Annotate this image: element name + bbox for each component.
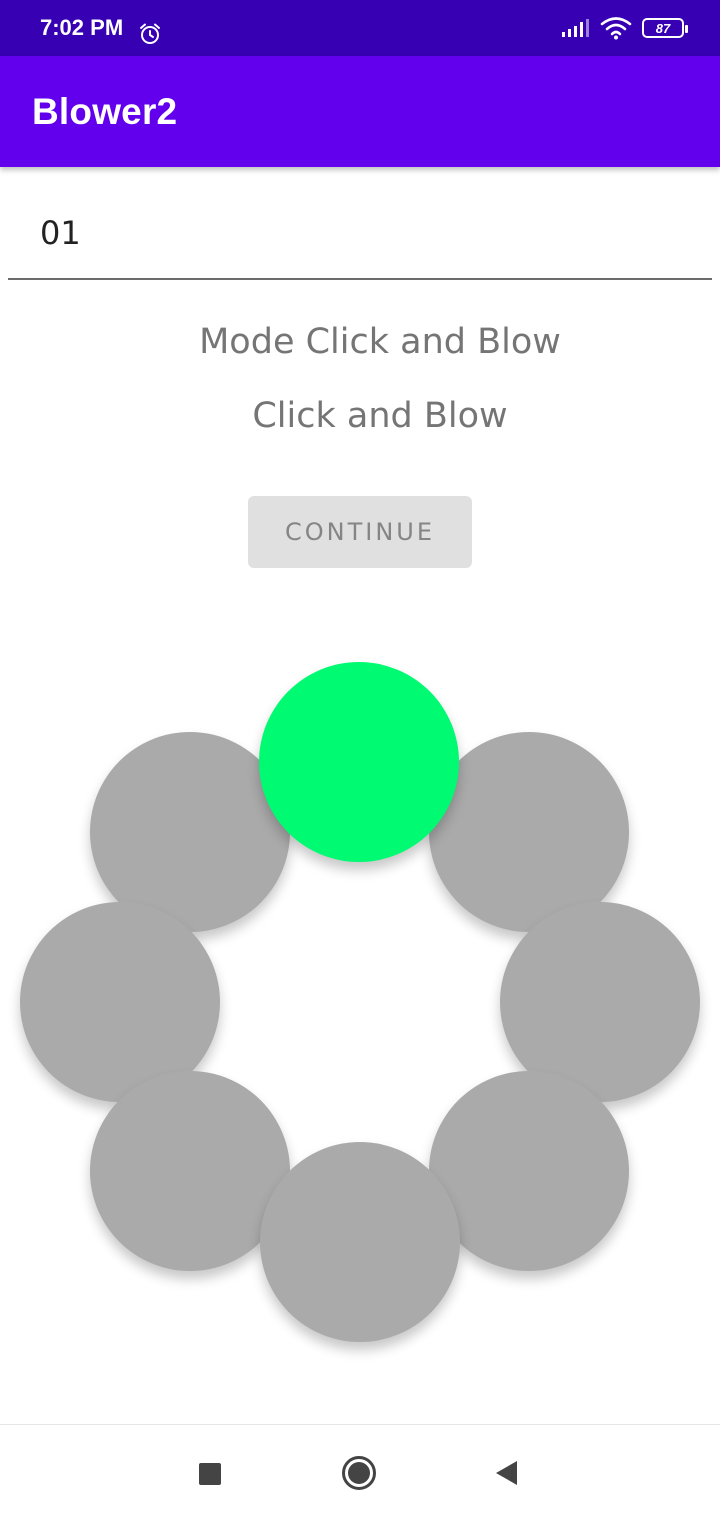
signal-icon (562, 19, 589, 37)
navigation-bar (0, 1424, 720, 1521)
status-icons: 87 (560, 0, 688, 56)
circle-top[interactable] (259, 662, 459, 862)
battery-icon: 87 (642, 18, 688, 38)
recents-icon[interactable] (199, 1463, 221, 1485)
app-title: Blower2 (32, 90, 178, 132)
wifi-icon (600, 17, 632, 40)
home-icon[interactable] (341, 1455, 377, 1491)
status-time: 7:02 PM (40, 15, 124, 40)
alarm-icon (140, 23, 160, 44)
app-bar: Blower2 (0, 56, 720, 167)
number-input[interactable] (8, 188, 712, 280)
battery-level: 87 (655, 20, 671, 36)
back-icon[interactable] (494, 1459, 518, 1487)
continue-button[interactable]: CONTINUE (248, 496, 472, 568)
instruction-label: Click and Blow (252, 396, 508, 436)
circle-bottom[interactable] (260, 1142, 460, 1342)
status-bar: 7:02 PM 87 (0, 0, 720, 56)
mode-label: Mode Click and Blow (199, 322, 561, 362)
